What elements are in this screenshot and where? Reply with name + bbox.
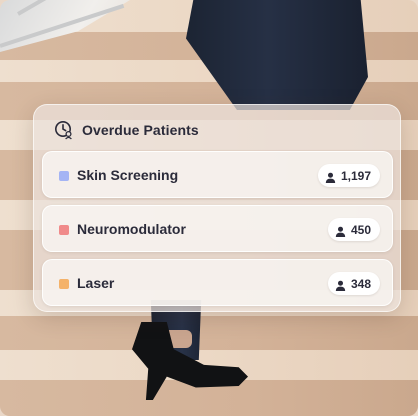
patient-count-badge: 348 — [327, 272, 380, 295]
patient-count: 348 — [350, 276, 371, 291]
overdue-patients-card: Overdue Patients Skin Screening 1,197 Ne… — [33, 104, 401, 312]
clock-patient-icon — [54, 120, 74, 140]
patient-count-badge: 450 — [327, 218, 380, 241]
category-color-swatch — [59, 225, 69, 235]
card-header: Overdue Patients — [54, 119, 199, 141]
category-label: Neuromodulator — [77, 221, 186, 237]
card-title: Overdue Patients — [82, 122, 199, 138]
category-color-swatch — [59, 279, 69, 289]
patient-category-list: Skin Screening 1,197 Neuromodulator 450 … — [42, 151, 393, 313]
category-row-laser[interactable]: Laser 348 — [42, 259, 393, 306]
category-label: Laser — [77, 275, 115, 291]
person-icon — [325, 170, 336, 183]
category-color-swatch — [59, 171, 69, 181]
category-label: Skin Screening — [77, 167, 179, 183]
category-row-skin-screening[interactable]: Skin Screening 1,197 — [42, 151, 393, 198]
category-row-neuromodulator[interactable]: Neuromodulator 450 — [42, 205, 393, 252]
patient-count: 450 — [350, 222, 371, 237]
patient-count-badge: 1,197 — [317, 164, 380, 187]
patient-count: 1,197 — [340, 168, 371, 183]
person-icon — [335, 224, 346, 237]
person-icon — [335, 278, 346, 291]
